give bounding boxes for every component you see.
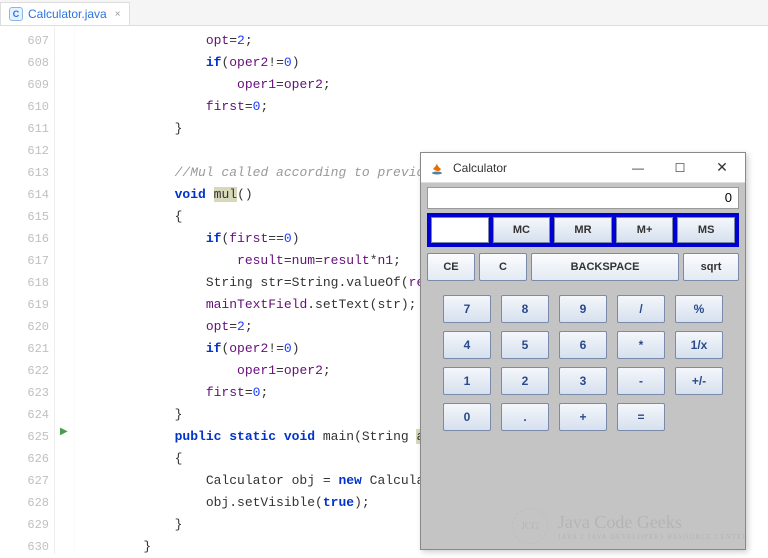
function-row: CE C BACKSPACE sqrt [427, 253, 739, 281]
memory-row: MC MR M+ MS [427, 213, 739, 247]
watermark-brand: Java Code Geeks [558, 512, 682, 532]
mplus-button[interactable]: M+ [616, 217, 674, 243]
java-file-icon: C [9, 7, 23, 21]
line-number: 614 [0, 184, 49, 206]
key-*[interactable]: * [617, 331, 665, 359]
calculator-display: 0 [427, 187, 739, 209]
key-.[interactable]: . [501, 403, 549, 431]
numpad: 789 /% 456 * 1/x 123-+/- 0. + = [427, 287, 739, 439]
key--[interactable]: - [617, 367, 665, 395]
backspace-button[interactable]: BACKSPACE [531, 253, 679, 281]
key-0[interactable]: 0 [443, 403, 491, 431]
key-9[interactable]: 9 [559, 295, 607, 323]
line-number: 623 [0, 382, 49, 404]
watermark-tagline: JAVA 2 JAVA DEVELOPERS RESOURCE CENTER [558, 533, 748, 541]
code-line: oper1=oper2; [81, 74, 768, 96]
line-number: 627 [0, 470, 49, 492]
line-number: 630 [0, 536, 49, 558]
line-number: 612 [0, 140, 49, 162]
line-number: 618 [0, 272, 49, 294]
key-4[interactable]: 4 [443, 331, 491, 359]
line-number: 624 [0, 404, 49, 426]
java-cup-icon [429, 160, 445, 176]
mr-button[interactable]: MR [554, 217, 612, 243]
line-number: 617 [0, 250, 49, 272]
code-line: } [81, 118, 768, 140]
line-number: 615 [0, 206, 49, 228]
key-5[interactable]: 5 [501, 331, 549, 359]
key-/[interactable]: / [617, 295, 665, 323]
close-button[interactable]: ✕ [701, 154, 743, 182]
line-number: 626 [0, 448, 49, 470]
line-number: 621 [0, 338, 49, 360]
line-number: 611 [0, 118, 49, 140]
calculator-window: Calculator — ☐ ✕ 0 MC MR M+ MS CE C BACK… [420, 152, 746, 550]
line-number: 628 [0, 492, 49, 514]
line-number: 620 [0, 316, 49, 338]
line-number: 609 [0, 74, 49, 96]
tab-filename: Calculator.java [28, 7, 107, 21]
key-=[interactable]: = [617, 403, 665, 431]
mc-button[interactable]: MC [493, 217, 551, 243]
run-marker-icon[interactable]: ▶ [60, 426, 68, 438]
file-tab[interactable]: C Calculator.java × [0, 2, 130, 25]
ce-button[interactable]: CE [427, 253, 475, 281]
key-1/x[interactable]: 1/x [675, 331, 723, 359]
c-button[interactable]: C [479, 253, 527, 281]
key-7[interactable]: 7 [443, 295, 491, 323]
line-gutter: 6076086096106116126136146156166176186196… [0, 26, 55, 554]
tab-bar: C Calculator.java × [0, 0, 768, 26]
key-3[interactable]: 3 [559, 367, 607, 395]
code-line: first=0; [81, 96, 768, 118]
line-number: 625 [0, 426, 49, 448]
line-number: 613 [0, 162, 49, 184]
line-number: 610 [0, 96, 49, 118]
maximize-button[interactable]: ☐ [659, 154, 701, 182]
line-number: 607 [0, 30, 49, 52]
line-number: 619 [0, 294, 49, 316]
minimize-button[interactable]: — [617, 154, 659, 182]
key-8[interactable]: 8 [501, 295, 549, 323]
key-%[interactable]: % [675, 295, 723, 323]
key-+[interactable]: + [559, 403, 607, 431]
key-6[interactable]: 6 [559, 331, 607, 359]
ms-button[interactable]: MS [677, 217, 735, 243]
code-line: opt=2; [81, 30, 768, 52]
tab-close-icon[interactable]: × [115, 9, 121, 20]
calculator-titlebar[interactable]: Calculator — ☐ ✕ [421, 153, 745, 183]
watermark-badge-icon: JCG [512, 508, 548, 544]
key-2[interactable]: 2 [501, 367, 549, 395]
watermark: JCG Java Code Geeks JAVA 2 JAVA DEVELOPE… [512, 508, 748, 544]
line-number: 608 [0, 52, 49, 74]
memory-indicator [431, 217, 489, 243]
marker-gutter: ▶ [55, 26, 75, 554]
key-+/-[interactable]: +/- [675, 367, 723, 395]
line-number: 629 [0, 514, 49, 536]
calculator-title: Calculator [453, 161, 617, 175]
line-number: 622 [0, 360, 49, 382]
sqrt-button[interactable]: sqrt [683, 253, 739, 281]
line-number: 616 [0, 228, 49, 250]
key-1[interactable]: 1 [443, 367, 491, 395]
code-line: if(oper2!=0) [81, 52, 768, 74]
